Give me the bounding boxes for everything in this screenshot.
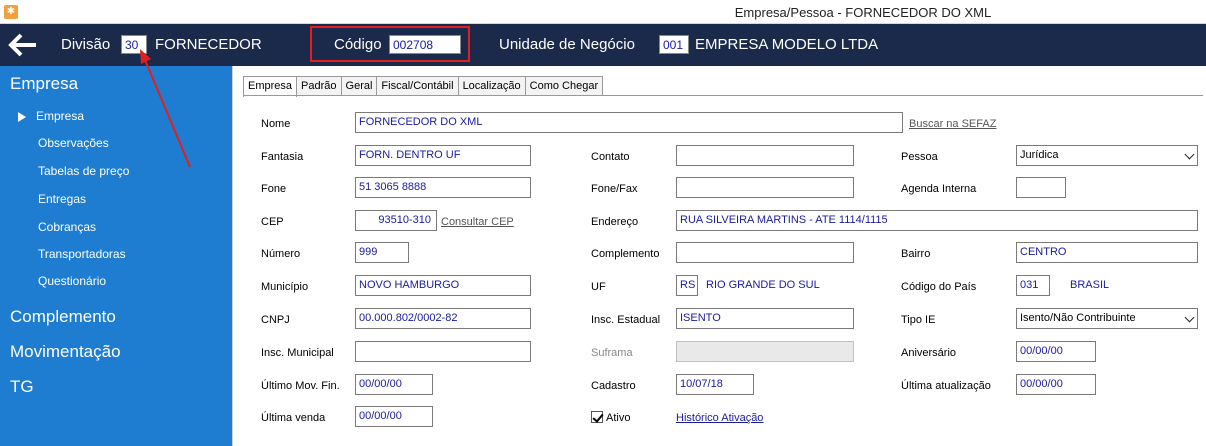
tipo-ie-label: Tipo IE (901, 314, 936, 326)
buscar-sefaz-link[interactable]: Buscar na SEFAZ (909, 118, 996, 130)
cadastro-label: Cadastro (591, 380, 636, 392)
aniversario-label: Aniversário (901, 347, 957, 359)
tab-localizacao[interactable]: Localização (458, 76, 526, 96)
cnpj-label: CNPJ (261, 314, 290, 326)
divisao-input[interactable]: 30 (121, 35, 147, 54)
contato-label: Contato (591, 151, 630, 163)
fantasia-label: Fantasia (261, 151, 304, 163)
ultimo-mov-fin-field[interactable]: 00/00/00 (355, 374, 433, 395)
uf-field[interactable]: RS (676, 275, 698, 296)
ultima-venda-label: Última venda (261, 412, 326, 424)
sidebar-item-tabelas-preco[interactable]: Tabelas de preço (38, 164, 129, 178)
bairro-label: Bairro (901, 248, 931, 260)
fone-fax-label: Fone/Fax (591, 183, 638, 195)
sidebar: Empresa Empresa Observações Tabelas de p… (0, 66, 232, 446)
tab-strip: Empresa Padrão Geral Fiscal/Contábil Loc… (243, 76, 604, 97)
tipo-ie-value: Isento/Não Contribuinte (1020, 312, 1136, 324)
ultima-venda-field[interactable]: 00/00/00 (355, 406, 433, 427)
sidebar-item-questionario[interactable]: Questionário (38, 274, 106, 288)
ativo-label: Ativo (606, 412, 631, 424)
ultima-atualizacao-label: Última atualização (901, 380, 991, 392)
sidebar-item-observacoes[interactable]: Observações (38, 136, 109, 150)
endereco-field[interactable]: RUA SILVEIRA MARTINS - ATE 1114/1115 (676, 210, 1198, 231)
numero-label: Número (261, 248, 301, 260)
codigo-pais-name: BRASIL (1070, 279, 1110, 291)
aniversario-field[interactable]: 00/00/00 (1016, 341, 1096, 362)
fantasia-field[interactable]: FORN. DENTRO UF (355, 145, 531, 166)
codigo-pais-field[interactable]: 031 (1016, 275, 1050, 296)
pessoa-value: Jurídica (1020, 149, 1059, 161)
nome-label: Nome (261, 118, 291, 130)
sidebar-item-transportadoras[interactable]: Transportadoras (38, 247, 126, 261)
pessoa-select[interactable]: Jurídica (1016, 145, 1198, 166)
cep-field[interactable]: 93510-310 (355, 210, 437, 231)
agenda-interna-label: Agenda Interna (901, 183, 977, 195)
chevron-down-icon (1184, 149, 1195, 160)
sidebar-section-tg[interactable]: TG (10, 377, 34, 397)
divisao-name: FORNECEDOR (155, 36, 262, 53)
consultar-cep-link[interactable]: Consultar CEP (441, 216, 514, 228)
agenda-interna-field[interactable] (1016, 177, 1066, 198)
fone-label: Fone (261, 183, 287, 195)
divisao-label: Divisão (61, 36, 111, 53)
ultima-atualizacao-field[interactable]: 00/00/00 (1016, 374, 1096, 395)
triangle-right-icon (18, 111, 26, 122)
fone-field[interactable]: 51 3065 8888 (355, 177, 531, 198)
contato-field[interactable] (676, 145, 854, 166)
unidade-name: EMPRESA MODELO LTDA (695, 36, 879, 53)
fone-fax-field[interactable] (676, 177, 854, 198)
municipio-field[interactable]: NOVO HAMBURGO (355, 275, 531, 296)
cnpj-field[interactable]: 00.000.802/0002-82 (355, 308, 531, 329)
suframa-label: Suframa (591, 347, 633, 359)
uf-label: UF (591, 281, 606, 293)
pessoa-label: Pessoa (901, 151, 938, 163)
cep-label: CEP (261, 216, 284, 228)
unidade-input[interactable]: 001 (659, 35, 689, 54)
unidade-label: Unidade de Negócio (499, 36, 635, 53)
tipo-ie-select[interactable]: Isento/Não Contribuinte (1016, 308, 1198, 329)
uf-name: RIO GRANDE DO SUL (706, 279, 820, 291)
chevron-down-icon (1184, 312, 1195, 323)
sidebar-item-cobrancas[interactable]: Cobranças (38, 220, 96, 234)
cadastro-field[interactable]: 10/07/18 (676, 374, 754, 395)
window-title: Empresa/Pessoa - FORNECEDOR DO XML (734, 5, 992, 20)
back-arrow-icon[interactable] (8, 32, 38, 58)
codigo-label: Código (334, 36, 382, 53)
tab-divider (243, 95, 1203, 96)
bairro-field[interactable]: CENTRO (1016, 242, 1198, 263)
tab-geral[interactable]: Geral (341, 76, 378, 96)
tab-como-chegar[interactable]: Como Chegar (525, 76, 604, 96)
sidebar-section-empresa[interactable]: Empresa (10, 74, 78, 94)
suframa-field (676, 341, 854, 362)
codigo-pais-label: Código do País (901, 281, 977, 293)
tab-fiscal-contabil[interactable]: Fiscal/Contábil (377, 76, 459, 96)
tab-padrao[interactable]: Padrão (297, 76, 342, 96)
tab-empresa[interactable]: Empresa (243, 76, 298, 97)
endereco-label: Endereço (591, 216, 639, 228)
sidebar-item-empresa[interactable]: Empresa (18, 109, 84, 123)
sidebar-section-movimentacao[interactable]: Movimentação (10, 342, 121, 362)
codigo-input[interactable]: 002708 (389, 35, 461, 54)
numero-field[interactable]: 999 (355, 242, 409, 263)
sidebar-section-complemento[interactable]: Complemento (10, 307, 116, 327)
header-bar: Divisão 30 FORNECEDOR Código 002708 Unid… (0, 24, 1206, 66)
insc-estadual-label: Insc. Estadual (591, 314, 661, 326)
insc-estadual-field[interactable]: ISENTO (676, 308, 854, 329)
sidebar-item-label: Empresa (36, 109, 85, 123)
insc-municipal-label: Insc. Municipal (261, 347, 334, 359)
main-panel: Empresa Padrão Geral Fiscal/Contábil Loc… (232, 66, 1206, 446)
insc-municipal-field[interactable] (355, 341, 531, 362)
ativo-checkbox[interactable] (591, 411, 603, 423)
complemento-label: Complemento (591, 248, 660, 260)
window-titlebar: ✱ Empresa/Pessoa - FORNECEDOR DO XML (0, 0, 1206, 24)
historico-ativacao-link[interactable]: Histórico Ativação (676, 412, 763, 424)
nome-field[interactable]: FORNECEDOR DO XML (355, 112, 903, 133)
sidebar-item-entregas[interactable]: Entregas (38, 192, 86, 206)
ultimo-mov-fin-label: Último Mov. Fin. (261, 380, 340, 392)
complemento-field[interactable] (676, 242, 854, 263)
municipio-label: Município (261, 281, 309, 293)
